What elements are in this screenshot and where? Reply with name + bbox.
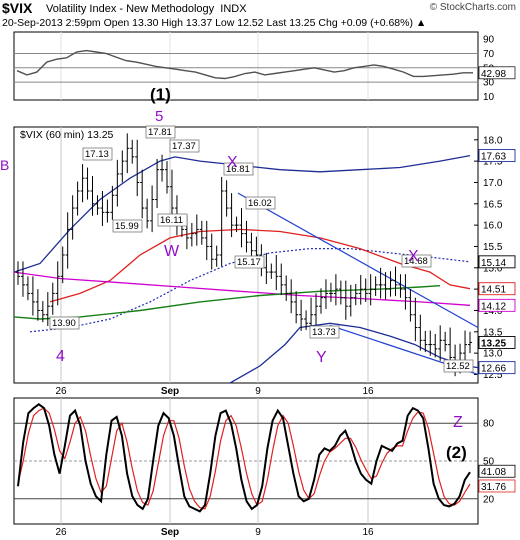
date-tick-label: Sep	[161, 527, 179, 538]
stochastic-last-label: 31.76	[481, 482, 506, 493]
price-callout-label: 17.81	[148, 127, 172, 138]
wave-degree-2-label: (2)	[446, 443, 467, 462]
wave-degree-1-label: (1)	[150, 85, 171, 104]
elliott-wave-label: B	[0, 157, 9, 173]
elliott-wave-label: X	[227, 154, 238, 171]
price-tick-label: 13.0	[483, 349, 503, 360]
date-tick-label: 16	[362, 527, 374, 538]
price-axis-label: 13.25	[481, 338, 506, 349]
date-tick-label: 26	[55, 386, 67, 397]
price-tick-label: 15.5	[483, 242, 503, 253]
date-tick-label: Sep	[161, 386, 179, 397]
elliott-wave-label: Z	[453, 414, 463, 431]
rsi-last-label: 42.98	[481, 69, 506, 80]
date-tick-label: 26	[55, 527, 67, 538]
price-callout-label: 13.90	[52, 318, 76, 329]
elliott-wave-label: 4	[56, 348, 65, 365]
rsi-tick-label: 10	[483, 92, 495, 103]
stochastic-tick-label: 80	[483, 419, 495, 430]
price-panel-title: $VIX (60 min) 13.25	[20, 129, 114, 141]
elliott-wave-label: X	[408, 248, 419, 265]
price-tick-label: 16.5	[483, 199, 503, 210]
price-callout-label: 16.02	[248, 198, 272, 209]
date-tick-label: 9	[255, 527, 261, 538]
price-callout-label: 12.52	[446, 361, 470, 372]
price-callout-label: 15.17	[237, 257, 261, 268]
elliott-wave-label: Y	[316, 349, 327, 366]
price-callout-label: 15.99	[115, 221, 139, 232]
stochastic-tick-label: 20	[483, 494, 495, 505]
price-callout-label: 16.11	[160, 215, 183, 226]
date-tick-label: 9	[255, 386, 261, 397]
elliott-wave-label: 5	[155, 108, 163, 125]
chart-canvas: 103050709042.98(1)12.513.013.514.014.515…	[0, 31, 516, 538]
price-callout-label: 13.73	[312, 327, 336, 338]
price-axis-label: 17.63	[481, 152, 506, 163]
stochastic-last-label: 41.08	[481, 467, 506, 478]
rsi-tick-label: 70	[483, 49, 495, 60]
price-axis-label: 14.51	[481, 285, 506, 296]
price-tick-label: 16.0	[483, 221, 503, 232]
rsi-tick-label: 90	[483, 35, 495, 46]
rsi-panel-frame	[13, 31, 479, 101]
price-axis-label: 12.66	[481, 364, 506, 375]
price-tick-label: 17.0	[483, 178, 503, 189]
price-axis-label: 15.14	[481, 258, 506, 269]
date-tick-label: 16	[362, 386, 374, 397]
price-axis-label: 14.12	[481, 301, 506, 312]
price-callout-label: 17.37	[172, 141, 196, 152]
elliott-wave-label: W	[164, 243, 180, 260]
price-tick-label: 18.0	[483, 135, 503, 146]
price-callout-label: 17.13	[85, 149, 109, 160]
